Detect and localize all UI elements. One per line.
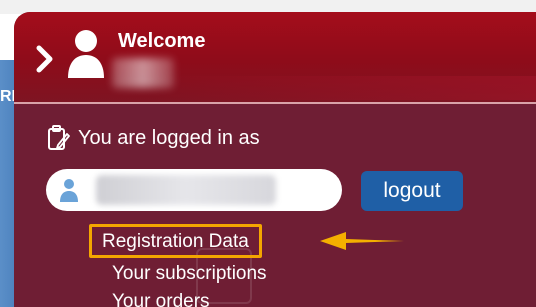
logged-in-row: You are logged in as <box>46 124 260 152</box>
clipboard-edit-icon <box>48 125 70 150</box>
header-shade <box>154 76 536 100</box>
account-dropdown-panel: Welcome You are logged in as logout Regi… <box>14 12 536 307</box>
menu-item-registration-data[interactable]: Registration Data <box>89 224 262 258</box>
user-avatar-icon <box>68 30 104 78</box>
menu-item-your-subscriptions[interactable]: Your subscriptions <box>98 262 281 288</box>
logged-in-label: You are logged in as <box>78 126 260 149</box>
chevron-right-icon[interactable] <box>34 42 56 76</box>
user-icon <box>60 179 78 202</box>
account-panel-header: Welcome <box>14 12 536 104</box>
highlight-arrow-icon <box>320 232 404 250</box>
redacted-username-header <box>112 58 174 88</box>
username-display-field <box>46 169 342 211</box>
menu-item-your-orders[interactable]: Your orders <box>98 290 224 307</box>
welcome-title: Welcome <box>118 30 206 52</box>
logout-button[interactable]: logout <box>361 171 463 211</box>
redacted-username <box>96 175 276 205</box>
